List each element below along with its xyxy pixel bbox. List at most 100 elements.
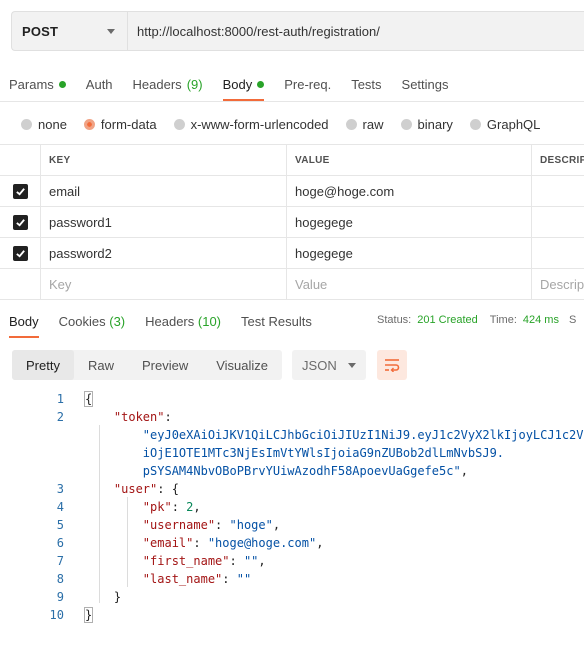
tab-label: Params [9,77,54,92]
chevron-down-icon [107,28,115,34]
time-label: Time: [489,314,517,326]
format-select[interactable]: JSON [292,350,367,380]
header-check-cell [0,145,41,175]
radio-icon [469,118,481,130]
json-key: "username" [142,518,216,532]
radio-icon [345,118,357,130]
line-number [0,426,64,444]
key-placeholder-input[interactable]: Key [41,269,287,299]
tab-auth[interactable]: Auth [86,68,113,101]
response-tab-test-results[interactable]: Test Results [241,304,312,338]
row-checkbox[interactable] [0,238,41,268]
value-cell[interactable]: hogegege [287,207,532,237]
response-tab-body[interactable]: Body [9,304,39,338]
table-row-new: Key Value Descripti [0,269,584,300]
key-cell[interactable]: email [41,176,287,206]
table-row: password2 hogegege [0,238,584,269]
value-cell[interactable]: hogegege [287,238,532,268]
checkmark-icon [12,245,28,261]
json-key: "email" [142,536,194,550]
json-key: "last_name" [142,572,223,586]
tab-settings[interactable]: Settings [402,68,449,101]
key-cell[interactable]: password1 [41,207,287,237]
view-pretty-button[interactable]: Pretty [12,350,74,380]
line-number: 1 [56,392,64,406]
code-line: 4 "pk": 2, [0,498,584,516]
tab-body[interactable]: Body [222,68,265,101]
close-brace: } [83,607,94,623]
json-string: iOjE1OTE1MTc3NjEsImVtYWlsIjoiaG9nZUBob2d… [142,446,505,460]
column-header-value: VALUE [287,145,532,175]
radio-form-data[interactable]: form-data [83,117,157,132]
format-label: JSON [302,357,337,373]
chevron-down-icon [348,362,357,368]
tab-label: Body [9,314,39,329]
line-number: 5 [56,518,64,532]
radio-raw[interactable]: raw [345,116,384,132]
radio-graphql[interactable]: GraphQL [469,117,540,132]
view-visualize-button[interactable]: Visualize [202,350,282,380]
size-label: S [568,314,577,326]
response-body-code: 1 { 2 "token": "eyJ0eXAiOiJKV1QiLCJhbGciO… [0,390,584,624]
json-number: 2 [186,500,194,514]
json-string: "hoge" [229,518,273,532]
view-preview-button[interactable]: Preview [128,350,202,380]
json-string: "" [243,554,259,568]
radio-binary[interactable]: binary [400,116,453,132]
json-string: "hoge@hoge.com" [207,536,317,550]
tab-label: Pre-req. [284,77,332,92]
tab-headers[interactable]: Headers (9) [133,68,203,101]
code-line: pSYSAM4NbvOBoPBrvYUiwAzodhF58ApoevUaGgef… [0,462,584,480]
column-header-description: DESCRIPTI [540,154,584,166]
value-cell[interactable]: hoge@hoge.com [287,176,532,206]
tab-label: Headers [145,314,195,329]
code-line: 5 "username": "hoge", [0,516,584,534]
json-string: "eyJ0eXAiOiJKV1QiLCJhbGciOiJIUzI1NiJ9.ey… [142,428,584,442]
open-brace: { [83,391,94,407]
description-placeholder-input[interactable]: Descripti [532,269,584,299]
radio-label: binary [417,116,453,132]
description-cell[interactable] [532,176,584,206]
line-number: 6 [56,536,64,550]
value-placeholder-input[interactable]: Value [287,269,532,299]
line-number: 4 [56,500,64,514]
tab-label: Headers [132,77,182,92]
radio-icon [173,118,185,130]
radio-label: none [38,116,67,132]
row-checkbox[interactable] [0,207,41,237]
tab-count: (9) [186,77,203,92]
tab-pre-request[interactable]: Pre-req. [284,68,331,101]
response-tab-headers[interactable]: Headers (10) [145,304,221,338]
radio-urlencoded[interactable]: x-www-form-urlencoded [173,117,329,132]
view-raw-button[interactable]: Raw [74,350,128,380]
key-cell[interactable]: password2 [41,238,287,268]
code-line: iOjE1OTE1MTc3NjEsImVtYWlsIjoiaG9nZUBob2d… [0,444,584,462]
description-cell[interactable] [532,207,584,237]
description-cell[interactable] [532,238,584,268]
body-type-selector: none form-data x-www-form-urlencoded raw… [0,113,584,135]
url-input[interactable]: http://localhost:8000/rest-auth/registra… [128,12,584,50]
code-line: 2 "token": [0,408,584,426]
tab-label: Auth [85,77,113,92]
radio-label: raw [362,116,384,132]
row-checkbox[interactable] [0,176,41,206]
radio-none[interactable]: none [21,117,67,132]
code-line: 10} [0,606,584,624]
tab-tests[interactable]: Tests [351,68,381,101]
code-line: 7 "first_name": "", [0,552,584,570]
request-tabs: Params Auth Headers (9) Body Pre-req. Tes… [0,68,584,102]
tab-label: Settings [401,77,449,92]
response-tab-cookies[interactable]: Cookies (3) [59,304,125,338]
tab-params[interactable]: Params [9,68,66,101]
method-select[interactable]: POST [12,12,128,50]
wrap-lines-button[interactable] [377,350,408,380]
status-value[interactable]: 201 Created [417,314,478,326]
time-value[interactable]: 424 ms [523,314,559,326]
response-toolbar: Pretty Raw Preview Visualize JSON [12,350,408,380]
wrap-lines-icon [385,359,400,372]
line-number [0,444,64,462]
response-meta: Status: 201 Created Time: 424 ms S [377,314,576,326]
json-key: "first_name" [142,554,230,568]
request-bar: POST http://localhost:8000/rest-auth/reg… [11,11,584,51]
checkmark-icon [12,214,28,230]
